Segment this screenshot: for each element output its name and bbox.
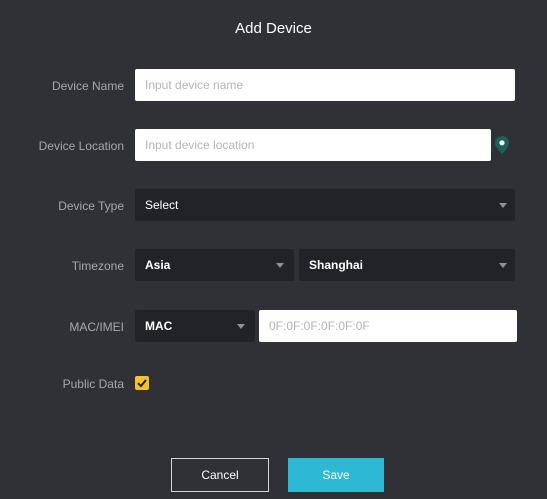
timezone-city-select[interactable]: Shanghai: [299, 249, 515, 281]
chevron-down-icon: [237, 324, 245, 329]
cancel-button[interactable]: Cancel: [171, 458, 269, 492]
device-name-label: Device Name: [51, 79, 124, 93]
mac-imei-label: MAC/IMEI: [69, 320, 124, 334]
device-type-value: Select: [145, 198, 179, 212]
mac-imei-input[interactable]: [259, 310, 517, 342]
device-location-input[interactable]: [135, 129, 491, 161]
location-pin-icon[interactable]: [495, 136, 509, 154]
device-type-select[interactable]: Select: [135, 189, 515, 221]
device-location-field: [135, 129, 515, 161]
device-name-input[interactable]: [135, 69, 515, 101]
mac-imei-type-select[interactable]: MAC: [135, 310, 255, 342]
public-data-label: Public Data: [62, 377, 124, 391]
device-type-label: Device Type: [58, 199, 124, 213]
chevron-down-icon: [499, 203, 507, 208]
chevron-down-icon: [276, 263, 284, 268]
mac-imei-type-value: MAC: [145, 319, 173, 333]
save-button[interactable]: Save: [288, 458, 384, 492]
chevron-down-icon: [499, 263, 507, 268]
dialog-title: Add Device: [235, 20, 312, 37]
device-location-label: Device Location: [38, 139, 124, 153]
add-device-dialog: Add Device Device Name Device Location D…: [0, 0, 547, 499]
checkmark-icon: [137, 379, 147, 388]
public-data-checkbox[interactable]: [135, 376, 149, 390]
timezone-city-value: Shanghai: [309, 258, 364, 272]
timezone-region-value: Asia: [145, 258, 171, 272]
timezone-region-select[interactable]: Asia: [135, 249, 294, 281]
timezone-label: Timezone: [71, 259, 124, 273]
